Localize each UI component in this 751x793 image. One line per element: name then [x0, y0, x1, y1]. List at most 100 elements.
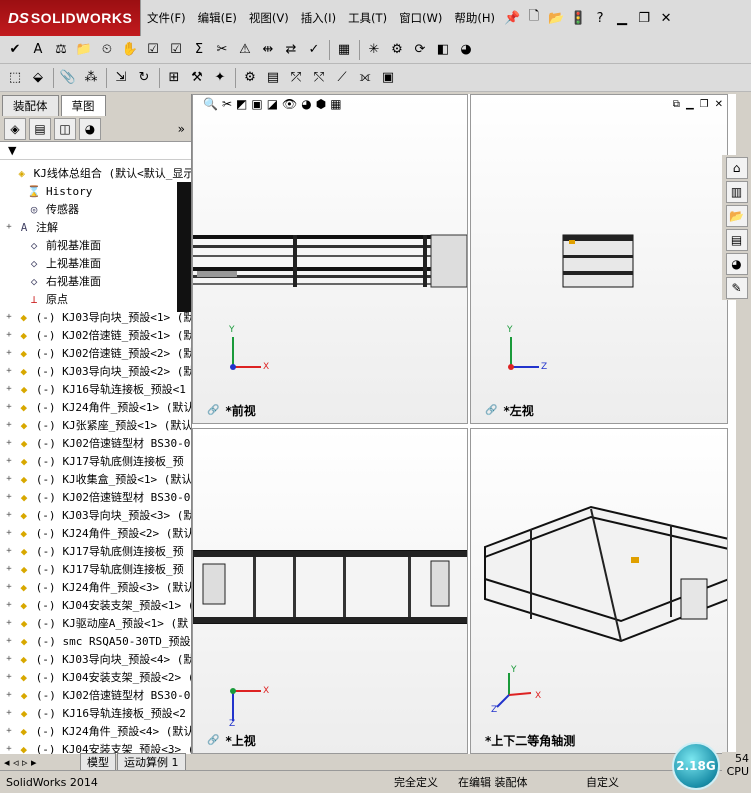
link-icon[interactable]: 🔗 [207, 735, 219, 746]
viewport-front[interactable]: 🔍 ✂ ◩ ▣ ◪ 👁 ◕ ⬢ ▦ Y X 🔗 *前视 [192, 94, 468, 424]
sigma-icon[interactable]: Σ [188, 39, 210, 61]
menu-window[interactable]: 窗口(W) [393, 10, 448, 26]
layers-icon[interactable]: ◧ [432, 39, 454, 61]
bill-of-materials-icon[interactable]: ▤ [262, 67, 284, 89]
expand-toggle-icon[interactable]: + [4, 492, 14, 502]
expand-toggle-icon[interactable]: + [4, 708, 14, 718]
viewport-top[interactable]: X Z 🔗 *上视 [192, 428, 468, 754]
expand-toggle-icon[interactable]: + [4, 330, 14, 340]
expand-toggle-icon[interactable]: + [4, 438, 14, 448]
pattern-icon[interactable]: ⁂ [80, 67, 102, 89]
exploded-view-icon[interactable]: ⤱ [285, 67, 307, 89]
tree-item[interactable]: ⊥ 原点 [0, 290, 191, 308]
expand-toggle-icon[interactable]: + [4, 690, 14, 700]
expand-toggle-icon[interactable]: + [4, 618, 14, 628]
insert-component-icon[interactable]: ⬚ [4, 67, 26, 89]
open-folder-icon[interactable]: 📂 [547, 9, 565, 27]
tree-item[interactable]: + ◆ (-) smc RSQA50-30TD_预設 [0, 632, 191, 650]
mate-icon[interactable]: ⊞ [163, 67, 185, 89]
feature-manager-icon[interactable]: ◈ [4, 117, 26, 140]
status-units[interactable]: 自定义 [580, 774, 625, 790]
close-icon[interactable]: ✕ [657, 9, 675, 27]
view-palette-icon[interactable]: ▤ [725, 229, 748, 251]
tree-item[interactable]: + ◆ (-) KJ16导轨连接板_预設<1 [0, 380, 191, 398]
cycle-icon[interactable]: ⟳ [409, 39, 431, 61]
warning-icon[interactable]: ⚠ [234, 39, 256, 61]
minimize-icon[interactable]: ▁ [613, 9, 631, 27]
tree-item[interactable]: ◈ KJ线体总组合 (默认<默认_显示 [0, 164, 191, 182]
gauge-icon[interactable]: ⏲ [96, 39, 118, 61]
display-manager-icon[interactable]: ◕ [79, 117, 101, 140]
appearances-icon[interactable]: ◕ [725, 253, 748, 275]
expand-icon[interactable]: » [178, 122, 185, 136]
tree-item[interactable]: + ◆ (-) KJ驱动座A_预設<1> (默 [0, 614, 191, 632]
link-icon[interactable]: 🔗 [207, 405, 219, 416]
paperclip-icon[interactable]: 📎 [57, 67, 79, 89]
tree-item[interactable]: + ◆ (-) KJ02倍速链型材 BS30-0 [0, 434, 191, 452]
expand-toggle-icon[interactable]: + [4, 600, 14, 610]
checkbox-icon[interactable]: ☑ [142, 39, 164, 61]
tree-item[interactable]: + ◆ (-) KJ02倍速链_预設<1> (默 [0, 326, 191, 344]
viewport-isometric[interactable]: Y X Z *上下二等角轴测 [470, 428, 728, 754]
spell-check-icon[interactable]: ✔ [4, 39, 26, 61]
new-document-icon[interactable]: 🗋 [525, 9, 543, 27]
tab-assembly[interactable]: 装配体 [2, 95, 59, 116]
tree-item[interactable]: + ◆ (-) KJ04安装支架_预設<2> ( [0, 668, 191, 686]
expand-toggle-icon[interactable]: + [4, 222, 14, 232]
tree-item[interactable]: + ◆ (-) KJ24角件_预設<4> (默认 [0, 722, 191, 740]
table-icon[interactable]: ▦ [333, 39, 355, 61]
tree-item[interactable]: + ◆ (-) KJ16导轨连接板_预設<2 [0, 704, 191, 722]
expand-toggle-icon[interactable]: + [4, 312, 14, 322]
link-icon[interactable]: 🔗 [485, 405, 497, 416]
tree-item[interactable]: + ◆ (-) KJ03导向块_预設<3> (默 [0, 506, 191, 524]
explode-icon[interactable]: ✳ [363, 39, 385, 61]
assembly-visual-icon[interactable]: ▣ [377, 67, 399, 89]
traffic-light-icon[interactable]: 🚦 [569, 9, 587, 27]
tree-item[interactable]: ◎ 传感器 [0, 200, 191, 218]
align-icon[interactable]: ⇹ [257, 39, 279, 61]
split-icon[interactable]: ⇄ [280, 39, 302, 61]
gears-icon[interactable]: ⚙ [239, 67, 261, 89]
expand-toggle-icon[interactable]: + [4, 582, 14, 592]
menu-help[interactable]: 帮助(H) [448, 10, 501, 26]
menu-edit[interactable]: 编辑(E) [192, 10, 243, 26]
clearance-icon[interactable]: ⟗ [354, 67, 376, 89]
tree-item[interactable]: ◇ 上视基准面 [0, 254, 191, 272]
tree-item[interactable]: + ◆ (-) KJ03导向块_预設<1> (默 [0, 308, 191, 326]
expand-toggle-icon[interactable]: + [4, 636, 14, 646]
gear-icon[interactable]: ⚙ [386, 39, 408, 61]
reference-geometry-icon[interactable]: ✦ [209, 67, 231, 89]
tree-item[interactable]: + ◆ (-) KJ04安装支架_预設<1> ( [0, 596, 191, 614]
filter-icon[interactable]: ▼ [8, 144, 16, 157]
tree-item[interactable]: + A 注解 [0, 218, 191, 236]
viewport-left[interactable]: ⧉ ▁ ❐ ✕ Y Z 🔗 *左视 [470, 94, 728, 424]
custom-properties-icon[interactable]: ✎ [725, 277, 748, 299]
color-wheel-icon[interactable]: ◕ [455, 39, 477, 61]
tab-motion-study[interactable]: 运动算例 1 [117, 753, 186, 771]
tree-item[interactable]: + ◆ (-) KJ17导轨底侧连接板_预 [0, 542, 191, 560]
expand-toggle-icon[interactable]: + [4, 528, 14, 538]
design-library-icon[interactable]: ▥ [725, 181, 748, 203]
tree-item[interactable]: ◇ 右视基准面 [0, 272, 191, 290]
expand-toggle-icon[interactable]: + [4, 654, 14, 664]
tree-item[interactable]: + ◆ (-) KJ02倍速链型材 BS30-0 [0, 686, 191, 704]
expand-toggle-icon[interactable]: + [4, 546, 14, 556]
expand-toggle-icon[interactable]: + [4, 510, 14, 520]
tree-item[interactable]: ◇ 前视基准面 [0, 236, 191, 254]
file-explorer-icon[interactable]: 📂 [725, 205, 748, 227]
interference-icon[interactable]: ⟋ [331, 67, 353, 89]
expand-toggle-icon[interactable]: + [4, 420, 14, 430]
graphics-area[interactable]: 🔍 ✂ ◩ ▣ ◪ 👁 ◕ ⬢ ▦ Y X 🔗 *前视 ⧉ ▁ ❐ ✕ Y Z … [192, 94, 751, 754]
property-manager-icon[interactable]: ▤ [29, 117, 51, 140]
note-icon[interactable]: A [27, 39, 49, 61]
tab-scroll-arrows[interactable]: ◂ ◃ ▹ ▸ [0, 756, 80, 769]
rotate-component-icon[interactable]: ↻ [133, 67, 155, 89]
tree-item[interactable]: + ◆ (-) KJ24角件_预設<3> (默认 [0, 578, 191, 596]
folder-icon[interactable]: 📁 [73, 39, 95, 61]
menu-tools[interactable]: 工具(T) [342, 10, 393, 26]
pin-icon[interactable]: 📌 [503, 9, 521, 27]
tree-item[interactable]: + ◆ (-) KJ24角件_预設<2> (默认 [0, 524, 191, 542]
tree-item[interactable]: + ◆ (-) KJ张紧座_预設<1> (默认 [0, 416, 191, 434]
expand-toggle-icon[interactable]: + [4, 402, 14, 412]
tree-item[interactable]: ⌛ History [0, 182, 191, 200]
